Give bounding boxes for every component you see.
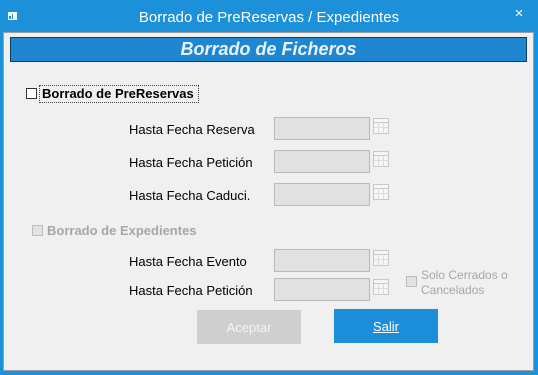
calendar-icon[interactable] — [373, 151, 389, 167]
exp-fecha-peticion-input[interactable] — [274, 278, 370, 301]
calendar-icon[interactable] — [373, 279, 389, 295]
fecha-reserva-input[interactable] — [274, 117, 370, 140]
salir-button-label: Salir — [372, 319, 399, 334]
calendar-icon[interactable] — [373, 118, 389, 134]
solo-cerrados-checkbox[interactable] — [406, 276, 417, 287]
salir-button[interactable]: Salir — [334, 309, 438, 343]
close-button[interactable]: × — [508, 5, 530, 23]
fecha-evento-label: Hasta Fecha Evento — [129, 254, 247, 269]
fecha-caducidad-label: Hasta Fecha Caduci. — [129, 188, 251, 203]
dialog-window: Borrado de PreReservas / Expedientes × B… — [0, 0, 538, 375]
close-icon: × — [514, 5, 524, 22]
exp-fecha-peticion-label: Hasta Fecha Petición — [129, 283, 253, 298]
expedientes-checkbox[interactable] — [32, 225, 43, 236]
expedientes-checkbox-label[interactable]: Borrado de Expedientes — [47, 223, 197, 238]
fecha-caducidad-input[interactable] — [274, 183, 370, 206]
dialog-client-area: Borrado de Ficheros Borrado de PreReserv… — [3, 32, 534, 371]
window-title: Borrado de PreReservas / Expedientes — [138, 9, 400, 26]
fecha-peticion-label: Hasta Fecha Petición — [129, 155, 253, 170]
solo-cerrados-label[interactable]: Solo Cerrados o Cancelados — [421, 268, 531, 298]
aceptar-button[interactable]: Aceptar — [197, 310, 301, 344]
header-banner: Borrado de Ficheros — [10, 37, 527, 62]
fecha-reserva-label: Hasta Fecha Reserva — [129, 122, 255, 137]
prereservas-checkbox[interactable] — [26, 88, 37, 99]
prereservas-checkbox-label[interactable]: Borrado de PreReservas — [42, 86, 194, 101]
calendar-icon[interactable] — [373, 250, 389, 266]
fecha-evento-input[interactable] — [274, 249, 370, 272]
fecha-peticion-input[interactable] — [274, 150, 370, 173]
aceptar-button-label: Aceptar — [226, 320, 272, 335]
title-bar[interactable]: Borrado de PreReservas / Expedientes × — [0, 0, 538, 32]
calendar-icon[interactable] — [373, 184, 389, 200]
